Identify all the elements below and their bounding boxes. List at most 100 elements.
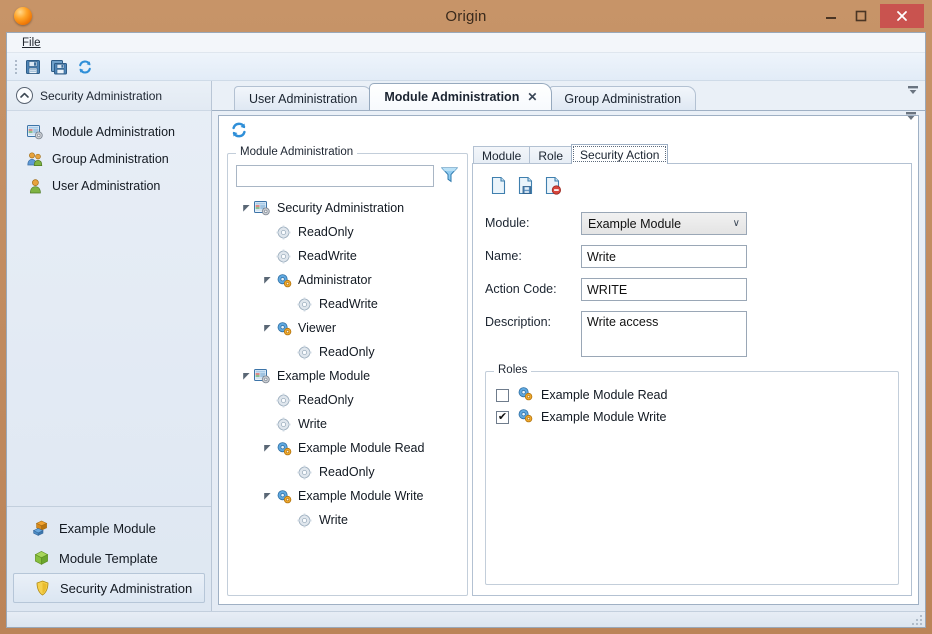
resize-grip-icon[interactable] xyxy=(911,614,923,626)
description-textarea[interactable]: Write access xyxy=(581,311,747,357)
tree-node-label: Write xyxy=(298,417,327,431)
role-checkbox-row[interactable]: Example Module Read xyxy=(496,384,888,406)
tab-security-action[interactable]: Security Action xyxy=(571,144,669,164)
tree-node-label: Example Module Read xyxy=(298,441,425,455)
new-document-icon[interactable] xyxy=(489,176,508,198)
funnel-filter-icon[interactable] xyxy=(440,165,459,187)
tree-node-label: ReadOnly xyxy=(319,345,375,359)
tree-node[interactable]: ReadOnly xyxy=(236,460,459,484)
expander-expanded-icon[interactable] xyxy=(240,372,253,381)
tree-node[interactable]: ReadWrite xyxy=(236,292,459,316)
minimize-button[interactable] xyxy=(816,5,846,27)
sidebar-header-title: Security Administration xyxy=(40,88,163,103)
sidebar-item-user-administration[interactable]: User Administration xyxy=(7,172,211,199)
expander-expanded-icon[interactable] xyxy=(261,492,274,501)
expander-expanded-icon[interactable] xyxy=(240,204,253,213)
tab-label: Module Administration xyxy=(384,90,520,104)
save-all-icon[interactable] xyxy=(47,56,71,78)
tree-group-legend: Module Administration xyxy=(236,146,358,158)
role-icon xyxy=(274,441,293,456)
search-input[interactable] xyxy=(236,165,434,187)
action-code-input[interactable]: WRITE xyxy=(581,278,747,301)
role-icon xyxy=(517,408,533,426)
sidebar-button-label: Example Module xyxy=(59,520,156,536)
floppy-disk-icon[interactable] xyxy=(21,56,45,78)
module-select[interactable]: Example Module ∨ xyxy=(581,212,747,235)
example-module-icon xyxy=(32,519,50,537)
tree-node-label: Example Module xyxy=(277,369,371,383)
tree-node-label: Security Administration xyxy=(277,201,405,215)
close-icon[interactable]: ✕ xyxy=(527,90,537,104)
tree-node[interactable]: Example Module Read xyxy=(236,436,459,460)
sidebar-button-label: Module Template xyxy=(59,550,158,566)
tree-node-label: ReadOnly xyxy=(298,393,354,407)
action-icon xyxy=(295,513,314,528)
tab-module[interactable]: Module xyxy=(473,146,531,164)
tab-label: User Administration xyxy=(249,91,358,106)
maximize-button[interactable] xyxy=(846,5,876,27)
action-icon xyxy=(274,417,293,432)
tree-node-label: ReadWrite xyxy=(319,297,378,311)
expander-expanded-icon[interactable] xyxy=(261,276,274,285)
tab-label: Security Action xyxy=(580,147,660,162)
sidebar-header[interactable]: Security Administration xyxy=(7,81,211,111)
tree-node-label: Administrator xyxy=(298,273,372,287)
tree-node[interactable]: Write xyxy=(236,508,459,532)
roles-group-box: Roles Example Module Read ✔ Example Modu… xyxy=(485,364,899,585)
name-input[interactable]: Write xyxy=(581,245,747,268)
roles-group-legend: Roles xyxy=(494,364,532,376)
expander-expanded-icon[interactable] xyxy=(261,324,274,333)
refresh-icon[interactable] xyxy=(73,56,97,78)
tab-group-administration[interactable]: Group Administration xyxy=(549,86,697,110)
sidebar-button-label: Security Administration xyxy=(60,580,193,596)
tree-search-row xyxy=(236,165,459,187)
expander-expanded-icon[interactable] xyxy=(261,444,274,453)
description-label: Description: xyxy=(485,315,551,329)
chevron-down-icon: ∨ xyxy=(732,218,740,229)
sidebar-item-group-administration[interactable]: Group Administration xyxy=(7,145,211,172)
save-document-icon[interactable] xyxy=(516,176,535,198)
role-icon xyxy=(274,273,293,288)
tab-overflow-icon[interactable] xyxy=(907,85,919,99)
toolbar-grip[interactable] xyxy=(13,59,19,75)
form-row-description: Description: Write access xyxy=(485,311,899,357)
tree-node[interactable]: ReadOnly xyxy=(236,388,459,412)
tree-node[interactable]: Example Module xyxy=(236,364,459,388)
tree-node[interactable]: Administrator xyxy=(236,268,459,292)
tab-user-administration[interactable]: User Administration xyxy=(234,86,373,110)
sidebar-button-module-template[interactable]: Module Template xyxy=(13,543,205,573)
tab-role[interactable]: Role xyxy=(529,146,573,164)
tree-node[interactable]: Write xyxy=(236,412,459,436)
tree-node[interactable]: ReadWrite xyxy=(236,244,459,268)
role-checkbox-row[interactable]: ✔ Example Module Write xyxy=(496,406,888,428)
tab-module-administration[interactable]: Module Administration ✕ xyxy=(369,83,553,110)
window-title: Origin xyxy=(445,7,487,25)
sidebar-button-security-administration[interactable]: Security Administration xyxy=(13,573,205,603)
role-icon xyxy=(274,489,293,504)
checkmark-icon: ✔ xyxy=(497,410,508,423)
role-checkbox[interactable]: ✔ xyxy=(496,410,509,424)
action-icon xyxy=(295,297,314,312)
tree-node[interactable]: Security Administration xyxy=(236,196,459,220)
chevron-up-circle-icon[interactable] xyxy=(16,87,33,104)
tree-node[interactable]: Viewer xyxy=(236,316,459,340)
role-checkbox[interactable] xyxy=(496,388,509,402)
refresh-icon[interactable] xyxy=(227,119,251,141)
close-button[interactable] xyxy=(880,4,924,28)
sidebar-button-example-module[interactable]: Example Module xyxy=(13,513,205,543)
panel-overflow-icon[interactable] xyxy=(905,111,917,125)
shield-icon xyxy=(33,579,51,597)
tree-node[interactable]: ReadOnly xyxy=(236,340,459,364)
sidebar-item-module-administration[interactable]: Module Administration xyxy=(7,118,211,145)
tree-node[interactable]: ReadOnly xyxy=(236,220,459,244)
tree-node-label: Write xyxy=(319,513,348,527)
tree-node[interactable]: Example Module Write xyxy=(236,484,459,508)
module-tree[interactable]: Security Administration ReadOnly ReadWrite… xyxy=(236,187,459,587)
role-icon xyxy=(274,321,293,336)
menu-item-file[interactable]: File xyxy=(17,36,46,50)
menu-bar: File xyxy=(7,33,925,53)
delete-document-icon[interactable] xyxy=(543,176,562,198)
origin-sphere-icon xyxy=(14,7,32,25)
tree-group-box: Module Administration Security Administr… xyxy=(227,146,468,596)
document-page: Module Administration Security Administr… xyxy=(218,115,919,605)
